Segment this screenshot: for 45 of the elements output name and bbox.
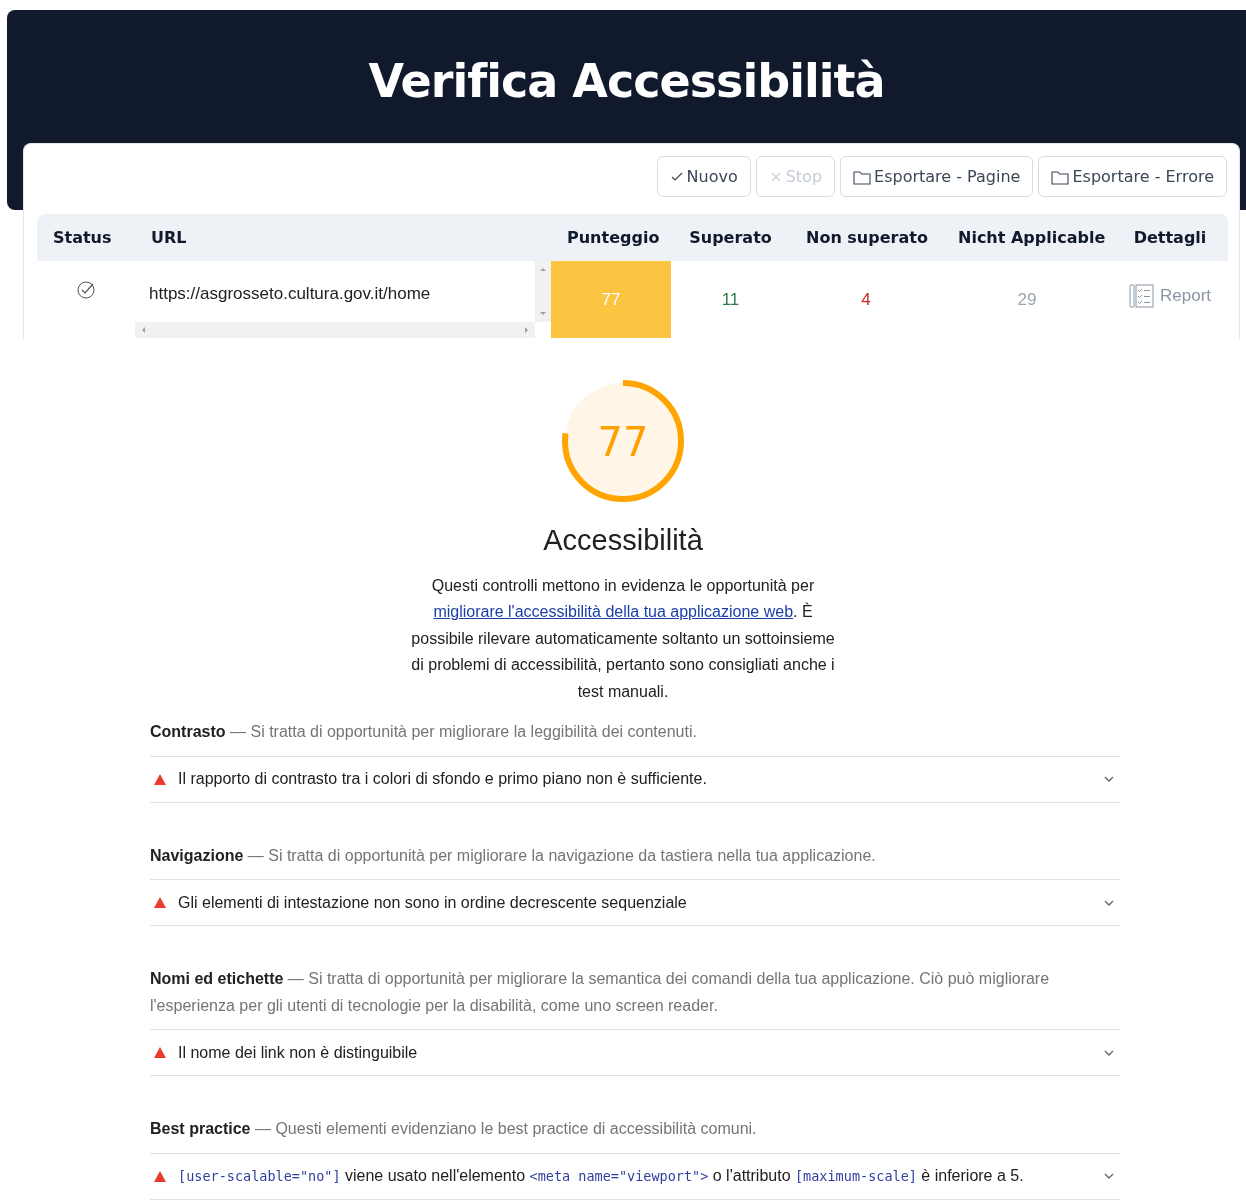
group-heading: Contrasto — Si tratta di opportunità per migliorare la leggibilità dei contenuti. [150, 722, 698, 742]
expand-icon [1104, 1172, 1114, 1180]
group-heading: Navigazione — Si tratta di opportunità per migliorare la navigazione da tastiera nella tua applicazione. [150, 845, 877, 866]
toolbar-button[interactable]: Nuovo [656, 156, 751, 197]
audit-row[interactable]: Gli elementi di intestazione non sono in ordine decrescente sequenziale [150, 879, 1120, 926]
description-text: Questi controlli mettono in evidenza le opportunità per migliorare l'accessibilità della tua applicazione web. È possibile rilevare automaticamente soltanto un sottoinsieme di problemi di accessibilità, pertanto sono consigliati anche i test manuali. [410, 575, 836, 702]
audit-title: [user-scalable="no"] viene usato nell'elemento <meta name="viewport"> o l'attributo [maximum-scale] è inferiore a 5. [178, 1166, 1025, 1186]
not-applicable-count: 29 [1017, 289, 1037, 309]
expand-icon [1104, 898, 1114, 907]
audit-title: Il rapporto di contrasto tra i colori di sfondo e primo piano non è sufficiente. [178, 769, 708, 789]
checklist-icon [1129, 284, 1154, 309]
column-header: Nicht Applicable [942, 214, 1112, 261]
failed-count: 4 [861, 289, 871, 309]
check-circle-icon [76, 280, 96, 301]
toolbar-button[interactable]: Esportare - Pagine [840, 156, 1034, 197]
group-heading: Nomi ed etichette — Si tratta di opportunità per migliorare la semantica dei comandi della tua applicazione. Ciò può migliorare l'esperienza per gli utenti di tecnologie per la disabilità, come uno screen reader. [150, 969, 1051, 1016]
column-header: Non superato [790, 214, 942, 261]
column-header: Punteggio [551, 214, 671, 261]
page-title: Verifica Accessibilità [368, 54, 885, 110]
score-value: 77 [597, 419, 649, 465]
audit-title: Gli elementi di intestazione non sono in ordine decrescente sequenziale [178, 892, 688, 913]
column-header: Superato [671, 214, 790, 261]
audit-row[interactable]: [user-scalable="no"] viene usato nell'elemento <meta name="viewport"> o l'attributo [maximum-scale] è inferiore a 5. [150, 1152, 1120, 1200]
audit-row[interactable]: Il nome dei link non è distinguibile [150, 1029, 1120, 1076]
expand-icon [1104, 1048, 1114, 1057]
report-title: Accessibilità [542, 523, 704, 558]
audit-title: Il nome dei link non è distinguibile [178, 1042, 419, 1063]
warning-triangle-icon [154, 1047, 166, 1058]
toolbar-button[interactable]: Esportare - Errore [1038, 156, 1227, 197]
url-text: https://asgrosseto.cultura.gov.it/home [149, 283, 431, 305]
horizontal-scrollbar[interactable] [135, 322, 535, 338]
group-heading: Best practice — Questi elementi evidenziano le best practice di accessibilità comuni. [150, 1119, 758, 1139]
column-header: Dettagli [1112, 214, 1228, 261]
warning-triangle-icon [154, 897, 166, 908]
column-header: Status [37, 214, 135, 261]
check-icon [669, 170, 684, 183]
audit-row[interactable]: Il rapporto di contrasto tra i colori di sfondo e primo piano non è sufficiente. [150, 755, 1120, 803]
folder-icon [1051, 168, 1070, 185]
warning-triangle-icon [154, 773, 166, 785]
score-cell: 77 [551, 261, 671, 338]
folder-icon [853, 168, 872, 185]
warning-triangle-icon [154, 1170, 166, 1182]
expand-icon [1104, 775, 1114, 783]
passed-count: 11 [721, 289, 740, 309]
column-header: URL [135, 214, 551, 261]
